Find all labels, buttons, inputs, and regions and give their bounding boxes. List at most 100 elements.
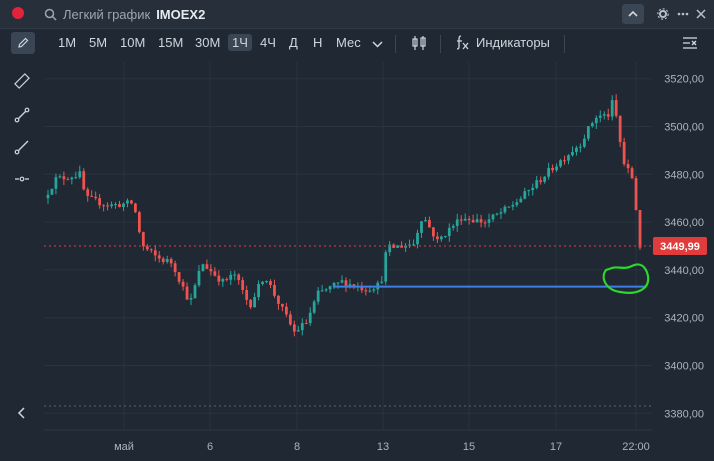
candle-body	[253, 297, 256, 308]
candle-body	[149, 249, 153, 251]
candle-body	[471, 220, 475, 223]
candle-body	[515, 202, 519, 206]
candle-body	[634, 178, 638, 211]
candle-body	[567, 155, 570, 161]
candle-body	[432, 227, 435, 237]
candle-body	[563, 160, 566, 162]
x-tick-label: 15	[463, 441, 475, 453]
candle-body	[416, 232, 419, 245]
candle-body	[300, 323, 304, 331]
candle-body	[372, 289, 376, 291]
candle-body	[380, 281, 384, 283]
x-tick-label: 8	[294, 441, 300, 453]
candle-body	[141, 232, 145, 247]
candle-body	[281, 303, 284, 307]
candle-body	[273, 285, 276, 296]
candle-body	[467, 218, 471, 221]
candle-body	[435, 236, 439, 240]
candle-body	[511, 205, 515, 207]
candle-body	[94, 196, 98, 199]
candle-body	[439, 236, 443, 240]
candle-body	[618, 115, 622, 142]
candle-body	[122, 203, 125, 208]
candle-body	[622, 141, 626, 165]
candle-body	[519, 198, 523, 203]
candle-body	[312, 301, 316, 313]
candle-body	[50, 188, 54, 195]
candle-body	[205, 264, 209, 269]
candle-body	[241, 280, 245, 290]
candle-body	[201, 264, 205, 271]
candle-body	[145, 246, 149, 250]
candle-body	[134, 203, 137, 213]
trading-app: Легкий график IMOEX2 1М 5М 10М 15М 30М 1…	[0, 0, 714, 461]
candle-body	[288, 314, 292, 325]
candle-body	[233, 274, 237, 276]
candle-body	[451, 225, 455, 228]
candle-body	[630, 168, 634, 179]
candle-body	[304, 323, 308, 325]
candle-body	[221, 279, 225, 282]
hand-drawn-marker	[602, 263, 650, 294]
y-tick-label: 3400,00	[664, 360, 704, 372]
x-tick-label: 13	[377, 441, 389, 453]
candle-body	[173, 263, 177, 273]
candle-body	[579, 146, 582, 148]
candle-body	[126, 200, 129, 204]
candle-body	[137, 212, 141, 233]
candle-body	[245, 289, 249, 300]
candle-body	[586, 126, 590, 139]
candle-body	[153, 250, 157, 256]
candle-body	[249, 299, 253, 308]
candles-layer	[46, 94, 642, 337]
candle-body	[507, 206, 511, 208]
x-tick-label: 17	[550, 441, 562, 453]
price-chart[interactable]: 3449,99 3380,00 3400,00 3420,00 3440,00 3460…	[0, 0, 714, 461]
candle-body	[86, 189, 90, 196]
candle-body	[261, 281, 264, 284]
x-tick-label: 22:00	[622, 441, 650, 453]
candle-body	[74, 177, 78, 179]
candle-body	[197, 270, 201, 286]
candle-body	[157, 255, 161, 259]
candle-body	[551, 167, 554, 171]
candle-body	[169, 259, 173, 264]
candle-body	[161, 258, 165, 262]
candle-body	[66, 179, 70, 181]
candle-body	[257, 283, 260, 298]
candle-body	[638, 210, 642, 248]
candle-body	[412, 244, 415, 246]
candle-body	[328, 286, 332, 290]
candle-body	[110, 204, 113, 207]
candle-body	[582, 138, 586, 147]
candle-body	[229, 274, 233, 280]
last-price-label: 3449,99	[660, 241, 700, 253]
x-axis: май 6 8 13 15 17 22:00	[44, 429, 652, 453]
candle-body	[523, 191, 527, 199]
overlays-layer: 3449,99	[44, 237, 707, 407]
candle-body	[62, 176, 66, 180]
candle-body	[98, 198, 102, 206]
candle-body	[455, 219, 459, 226]
candle-body	[324, 289, 328, 291]
candle-body	[543, 176, 547, 182]
candle-body	[396, 245, 400, 248]
candle-body	[424, 220, 427, 222]
candle-body	[265, 281, 268, 283]
candle-body	[535, 180, 539, 188]
candle-body	[54, 177, 58, 189]
candle-body	[602, 114, 606, 116]
candle-body	[555, 166, 558, 171]
candle-body	[70, 177, 74, 180]
candle-body	[594, 117, 598, 124]
candle-body	[384, 252, 388, 282]
candle-body	[118, 204, 121, 208]
candle-body	[165, 259, 169, 262]
candle-body	[459, 219, 463, 221]
candle-body	[531, 187, 535, 191]
candle-body	[575, 147, 578, 152]
candle-body	[483, 222, 487, 224]
candle-body	[598, 115, 602, 118]
candle-body	[106, 205, 109, 207]
candle-body	[571, 151, 574, 156]
